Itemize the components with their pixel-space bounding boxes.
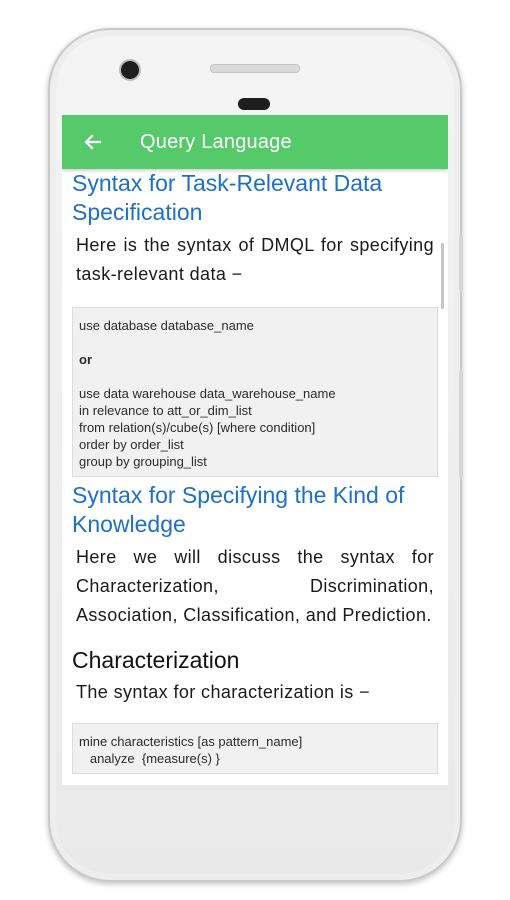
screen-bottom-edge [62,785,448,787]
code-block: mine characteristics [as pattern_name] a… [72,723,438,774]
app-title: Query Language [140,130,292,153]
code-line: mine characteristics [as pattern_name] [79,734,303,749]
code-line: use database database_name [79,318,254,333]
app-screen: Query Language Syntax for Task-Relevant … [62,115,448,785]
code-line: from relation(s)/cube(s) [where conditio… [79,420,316,435]
proximity-sensor [238,98,270,110]
code-line: use data warehouse data_warehouse_name [79,386,336,401]
power-button [459,370,463,478]
code-line: ​ [79,334,431,351]
code-block: use database database_name ​ or ​ use da… [72,307,438,477]
section-paragraph: The syntax for characterization is − [76,682,371,702]
code-line: analyze {measure(s) } [79,751,220,766]
code-line: group by grouping_list [79,454,207,469]
subsection-heading-characterization: Characterization [72,647,240,673]
front-camera [119,59,141,81]
code-line: order by order_list [79,437,184,452]
article-content[interactable]: Syntax for Task-Relevant Data Specificat… [62,169,448,785]
app-bar: Query Language [62,115,448,169]
section-heading-task-relevant: Syntax for Task-Relevant Data Specificat… [72,170,383,225]
earpiece-speaker [210,64,300,73]
back-button[interactable] [62,115,124,169]
section-paragraph: Here we will discuss the syntax for Char… [76,547,434,625]
volume-button [459,235,463,291]
section-heading-kind-of-knowledge: Syntax for Specifying the Kind of Knowle… [72,482,405,537]
code-line: ​ [79,368,431,385]
scrollbar[interactable] [441,243,444,309]
code-line: or [79,352,92,367]
code-line: in relevance to att_or_dim_list [79,403,252,418]
section-paragraph: Here is the syntax of DMQL for specifyin… [76,235,434,284]
arrow-left-icon [84,134,102,150]
